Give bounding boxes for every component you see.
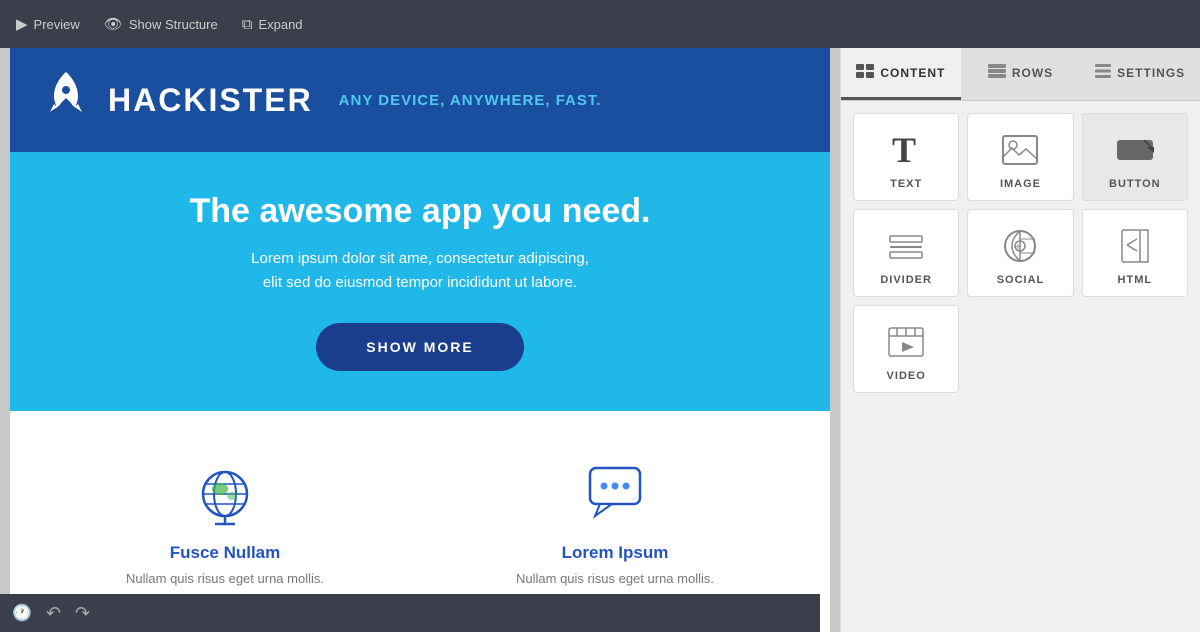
video-item-label: VIDEO: [887, 370, 926, 382]
svg-text:T: T: [892, 132, 916, 168]
show-structure-button[interactable]: 👁 Show Structure: [104, 15, 218, 33]
features-section: Fusce Nullam Nullam quis risus eget urna…: [10, 411, 830, 616]
svg-text:+: +: [1015, 242, 1021, 253]
preview-icon: ▶: [16, 15, 28, 33]
tab-rows-label: ROWS: [1012, 66, 1053, 80]
preview-label: Preview: [34, 17, 80, 32]
content-tab-icon: [856, 64, 874, 81]
expand-icon: ⧉: [242, 16, 253, 33]
social-icon: +: [1004, 226, 1036, 266]
image-icon: [1002, 130, 1038, 170]
panel-tabs: CONTENT ROWS: [841, 48, 1200, 101]
button-icon: [1116, 130, 1154, 170]
hero-headline: The awesome app you need.: [40, 192, 800, 231]
content-item-image[interactable]: IMAGE: [967, 113, 1073, 201]
tab-content-label: CONTENT: [880, 66, 945, 80]
preview-button[interactable]: ▶ Preview: [16, 15, 80, 33]
content-grid: T TEXT IMAGE: [841, 101, 1200, 405]
show-structure-label: Show Structure: [129, 17, 218, 32]
globe-icon: [50, 451, 400, 531]
feature-title-2: Lorem Ipsum: [440, 543, 790, 563]
rows-tab-icon: [988, 64, 1006, 81]
divider-item-label: DIVIDER: [880, 274, 932, 286]
image-item-label: IMAGE: [1000, 178, 1041, 190]
html-icon: [1120, 226, 1150, 266]
show-structure-icon: 👁: [104, 15, 123, 33]
feature-item-1: Fusce Nullam Nullam quis risus eget urna…: [30, 441, 420, 596]
text-icon: T: [890, 130, 922, 170]
right-panel: CONTENT ROWS: [840, 48, 1200, 632]
canvas-bottom-toolbar: 🕐 ↶ ↷: [0, 594, 820, 632]
button-item-label: BUTTON: [1109, 178, 1161, 190]
email-preview: HACKISTER ANY DEVICE, ANYWHERE, FAST. Th…: [10, 48, 830, 632]
divider-icon: [888, 226, 924, 266]
main-area: HACKISTER ANY DEVICE, ANYWHERE, FAST. Th…: [0, 48, 1200, 632]
hero-body-text: Lorem ipsum dolor sit ame, consectetur a…: [40, 247, 800, 295]
brand-name: HACKISTER: [108, 82, 313, 119]
tab-settings[interactable]: SETTINGS: [1080, 48, 1200, 100]
expand-button[interactable]: ⧉ Expand: [242, 16, 303, 33]
content-item-social[interactable]: + SOCIAL: [967, 209, 1073, 297]
undo-button[interactable]: ↶: [46, 603, 61, 624]
top-toolbar: ▶ Preview 👁 Show Structure ⧉ Expand: [0, 0, 1200, 48]
history-button[interactable]: 🕐: [12, 603, 32, 623]
tab-rows[interactable]: ROWS: [961, 48, 1081, 100]
hero-body: The awesome app you need. Lorem ipsum do…: [10, 152, 830, 411]
feature-desc-1: Nullam quis risus eget urna mollis.: [50, 571, 400, 586]
tab-settings-label: SETTINGS: [1117, 66, 1185, 80]
content-item-divider[interactable]: DIVIDER: [853, 209, 959, 297]
content-item-text[interactable]: T TEXT: [853, 113, 959, 201]
content-item-html[interactable]: HTML: [1082, 209, 1188, 297]
feature-desc-2: Nullam quis risus eget urna mollis.: [440, 571, 790, 586]
rocket-icon: [40, 68, 92, 132]
text-item-label: TEXT: [890, 178, 922, 190]
video-icon: [888, 322, 924, 362]
content-item-button[interactable]: BUTTON: [1082, 113, 1188, 201]
social-item-label: SOCIAL: [997, 274, 1045, 286]
feature-title-1: Fusce Nullam: [50, 543, 400, 563]
chat-icon: [440, 451, 790, 531]
redo-button[interactable]: ↷: [75, 603, 90, 624]
canvas-area: HACKISTER ANY DEVICE, ANYWHERE, FAST. Th…: [0, 48, 840, 632]
feature-item-2: Lorem Ipsum Nullam quis risus eget urna …: [420, 441, 810, 596]
html-item-label: HTML: [1118, 274, 1153, 286]
hero-tagline: ANY DEVICE, ANYWHERE, FAST.: [339, 92, 602, 109]
content-item-video[interactable]: VIDEO: [853, 305, 959, 393]
tab-content[interactable]: CONTENT: [841, 48, 961, 100]
show-more-button[interactable]: SHOW MORE: [316, 323, 523, 371]
expand-label: Expand: [258, 17, 302, 32]
settings-tab-icon: [1095, 64, 1111, 81]
hero-header: HACKISTER ANY DEVICE, ANYWHERE, FAST.: [10, 48, 830, 152]
